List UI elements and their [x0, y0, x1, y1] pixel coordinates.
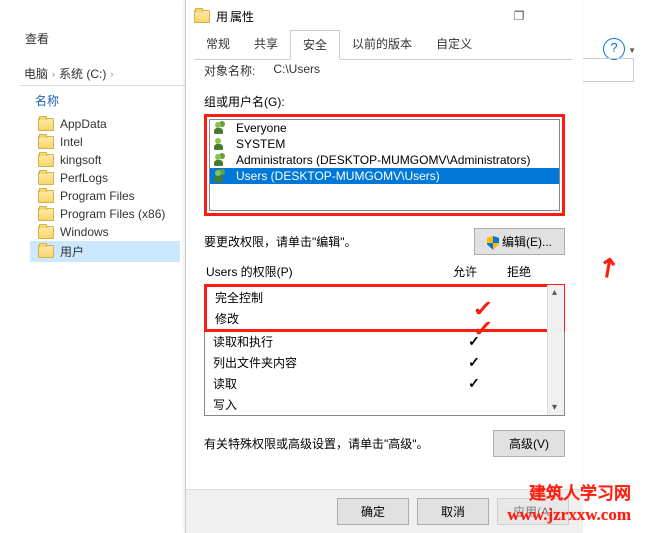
- group-users-label: 组或用户名(G):: [204, 93, 565, 110]
- permission-name: 写入: [213, 396, 452, 413]
- folder-icon: [38, 190, 54, 203]
- users-icon: [214, 153, 230, 167]
- tab-1[interactable]: 共享: [242, 30, 290, 59]
- permission-row[interactable]: 修改: [207, 308, 562, 329]
- folder-icon: [38, 226, 54, 239]
- permission-name: 修改: [215, 310, 450, 327]
- chevron-right-icon: ›: [52, 69, 55, 79]
- folder-label: Program Files (x86): [60, 207, 165, 221]
- scrollbar[interactable]: [547, 285, 564, 415]
- group-item-label: SYSTEM: [236, 137, 285, 151]
- folder-item[interactable]: AppData: [30, 115, 180, 133]
- folder-list: AppData Intel kingsoft PerfLogs Program File…: [30, 115, 180, 262]
- object-name-row: 对象名称: C:\Users: [204, 62, 565, 79]
- allow-checkmark: ✓: [452, 354, 496, 371]
- permission-row[interactable]: 完全控制: [207, 287, 562, 308]
- chevron-right-icon: ›: [110, 69, 113, 79]
- users-icon: [214, 169, 230, 183]
- tab-0[interactable]: 常规: [194, 30, 242, 59]
- cancel-button[interactable]: 取消: [417, 498, 489, 525]
- properties-dialog: 用 属性 ❐ 常规共享安全以前的版本自定义 对象名称: C:\Users 组或用…: [185, 0, 583, 533]
- permission-row[interactable]: 读取✓: [205, 373, 564, 394]
- folder-item[interactable]: Program Files: [30, 187, 180, 205]
- users-icon: [214, 121, 230, 135]
- permission-name: 读取: [213, 375, 452, 392]
- group-user-list[interactable]: Everyone SYSTEM Administrators (DESKTOP-MU…: [209, 119, 560, 211]
- group-item[interactable]: Administrators (DESKTOP-MUMGOMV\Administ…: [210, 152, 559, 168]
- group-item-label: Users (DESKTOP-MUMGOMV\Users): [236, 169, 440, 183]
- group-item[interactable]: Users (DESKTOP-MUMGOMV\Users): [210, 168, 559, 184]
- tab-3[interactable]: 以前的版本: [340, 30, 424, 59]
- edit-button[interactable]: 编辑(E)...: [474, 228, 565, 255]
- tab-4[interactable]: 自定义: [424, 30, 484, 59]
- permission-row[interactable]: 读取和执行✓: [205, 331, 564, 352]
- breadcrumb-drive[interactable]: 系统 (C:): [59, 65, 106, 82]
- folder-item[interactable]: Intel: [30, 133, 180, 151]
- group-item[interactable]: SYSTEM: [210, 136, 559, 152]
- folder-item[interactable]: 用户: [30, 241, 180, 262]
- tab-2[interactable]: 安全: [290, 30, 340, 60]
- column-header-name[interactable]: 名称: [35, 92, 59, 109]
- folder-item[interactable]: PerfLogs: [30, 169, 180, 187]
- allow-column-header: 允许: [453, 263, 477, 280]
- folder-icon: [38, 154, 54, 167]
- apply-button[interactable]: 应用(A): [497, 498, 569, 525]
- permission-name: 列出文件夹内容: [213, 354, 452, 371]
- search-input[interactable]: [574, 58, 634, 82]
- annotation-red-box-perms: 完全控制修改: [204, 284, 565, 332]
- permissions-list[interactable]: 完全控制修改 读取和执行✓列出文件夹内容✓读取✓写入: [204, 284, 565, 416]
- group-item[interactable]: Everyone: [210, 120, 559, 136]
- folder-item[interactable]: kingsoft: [30, 151, 180, 169]
- users-icon: [214, 137, 230, 151]
- help-icon[interactable]: ?: [603, 38, 625, 60]
- folder-label: Intel: [60, 135, 83, 149]
- group-item-label: Administrators (DESKTOP-MUMGOMV\Administ…: [236, 153, 531, 167]
- breadcrumb-pc[interactable]: 电脑: [24, 65, 48, 82]
- deny-column-header: 拒绝: [507, 263, 531, 280]
- folder-label: AppData: [60, 117, 107, 131]
- annotation-red-box-groups: Everyone SYSTEM Administrators (DESKTOP-MU…: [204, 114, 565, 216]
- allow-checkmark: ✓: [452, 375, 496, 392]
- folder-icon: [38, 208, 54, 221]
- permissions-header: Users 的权限(P) 允许 拒绝: [204, 263, 565, 280]
- group-item-label: Everyone: [236, 121, 287, 135]
- edit-hint-text: 要更改权限，请单击"编辑"。: [204, 233, 357, 250]
- folder-icon: [38, 245, 54, 258]
- advanced-button[interactable]: 高级(V): [493, 430, 565, 457]
- chevron-down-icon[interactable]: ▼: [628, 46, 636, 55]
- permission-name: 读取和执行: [213, 333, 452, 350]
- object-name-value: C:\Users: [273, 62, 320, 79]
- folder-icon: [194, 10, 210, 23]
- folder-label: kingsoft: [60, 153, 101, 167]
- explorer-tab-view[interactable]: 查看: [25, 30, 49, 47]
- tab-strip: 常规共享安全以前的版本自定义: [194, 30, 572, 60]
- annotation-checkmark-icon: ✓: [472, 316, 494, 342]
- dialog-button-row: 确定 取消 应用(A): [186, 489, 583, 533]
- permission-row[interactable]: 列出文件夹内容✓: [205, 352, 564, 373]
- folder-label: Windows: [60, 225, 109, 239]
- dialog-title: 用 属性: [194, 8, 254, 25]
- folder-label: PerfLogs: [60, 171, 108, 185]
- folder-item[interactable]: Windows: [30, 223, 180, 241]
- permission-row[interactable]: 写入: [205, 394, 564, 415]
- ok-button[interactable]: 确定: [337, 498, 409, 525]
- folder-icon: [38, 136, 54, 149]
- folder-label: Program Files: [60, 189, 135, 203]
- folder-icon: [38, 172, 54, 185]
- folder-icon: [38, 118, 54, 131]
- shield-icon: [487, 236, 499, 250]
- folder-label: 用户: [60, 243, 84, 260]
- advanced-hint-text: 有关特殊权限或高级设置，请单击"高级"。: [204, 435, 429, 452]
- object-name-label: 对象名称:: [204, 62, 255, 79]
- folder-item[interactable]: Program Files (x86): [30, 205, 180, 223]
- permissions-title: Users 的权限(P): [206, 263, 293, 280]
- permission-name: 完全控制: [215, 289, 450, 306]
- restore-window-icon[interactable]: ❐: [499, 2, 539, 30]
